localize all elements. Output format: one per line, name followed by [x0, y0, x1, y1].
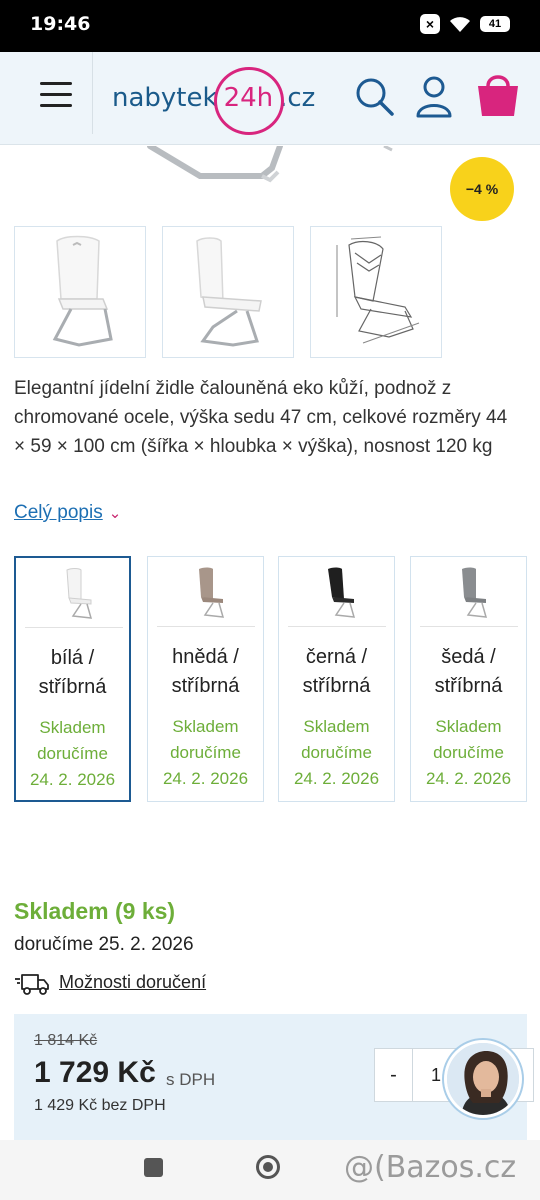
- bazos-watermark: @(Bazos.cz: [344, 1150, 517, 1185]
- user-icon[interactable]: [412, 74, 456, 118]
- chair-brown-icon: [199, 567, 225, 618]
- delivery-options-label: Možnosti doručení: [59, 972, 207, 992]
- cart-icon[interactable]: [472, 68, 524, 120]
- delivery-options-link[interactable]: Možnosti doručení: [14, 970, 206, 996]
- status-icons: × 41: [420, 14, 510, 34]
- chair-side-image: [196, 237, 262, 347]
- chair-white-icon: [66, 568, 93, 619]
- menu-icon[interactable]: [40, 82, 72, 110]
- vat-label: s DPH: [166, 1070, 216, 1089]
- stock-title: Skladem: [14, 898, 109, 924]
- logo-ring-text: 24h: [213, 67, 284, 135]
- variant-name: bílá / stříbrná: [38, 647, 107, 698]
- logo-text-left: nabytek: [112, 83, 218, 113]
- variant-card-white[interactable]: bílá / stříbrná Skladem doručíme 24. 2. …: [14, 556, 131, 802]
- variant-card-grey[interactable]: šedá / stříbrná Skladem doručíme 24. 2. …: [410, 556, 527, 802]
- chair-front-image: [52, 235, 113, 347]
- site-header: nabytek 24h .cz: [0, 52, 540, 145]
- variant-name: černá / stříbrná: [302, 646, 371, 697]
- variant-image: [420, 565, 518, 627]
- battery-icon: 41: [480, 16, 510, 32]
- quantity-input[interactable]: 1: [431, 1049, 441, 1101]
- status-time: 19:46: [30, 13, 91, 35]
- full-description-label: Celý popis: [14, 502, 103, 523]
- chair-black-icon: [328, 567, 356, 618]
- full-description-link[interactable]: Celý popis ⌄: [14, 502, 121, 524]
- home-icon[interactable]: [256, 1155, 280, 1179]
- search-icon[interactable]: [352, 74, 396, 118]
- truck-icon: [15, 974, 49, 995]
- site-logo[interactable]: nabytek 24h .cz: [112, 67, 316, 135]
- variant-image: [288, 565, 386, 627]
- current-price: 1 729 Kč: [34, 1056, 156, 1089]
- quantity-minus-button[interactable]: -: [375, 1049, 413, 1101]
- chair-grey-icon: [462, 567, 488, 618]
- stock-status: Skladem (9 ks): [14, 898, 175, 925]
- variant-card-brown[interactable]: hnědá / stříbrná Skladem doručíme 24. 2.…: [147, 556, 264, 802]
- variant-stock: Skladem doručíme 24. 2. 2026: [29, 718, 116, 789]
- variant-image: [25, 566, 123, 628]
- variant-card-black[interactable]: černá / stříbrná Skladem doručíme 24. 2.…: [278, 556, 395, 802]
- product-description: Elegantní jídelní židle čalouněná eko ků…: [14, 378, 508, 457]
- status-bar: 19:46 × 41: [0, 0, 540, 52]
- thumbnail-chair-dimensions[interactable]: [310, 226, 442, 358]
- variant-image: [157, 565, 255, 627]
- old-price: 1 814 Kč: [34, 1032, 98, 1049]
- system-navigation-bar: @(Bazos.cz: [0, 1140, 540, 1200]
- notification-x-icon: ×: [420, 14, 440, 34]
- chevron-down-icon: ⌄: [108, 505, 122, 522]
- recent-apps-icon[interactable]: [144, 1158, 163, 1177]
- thumbnail-chair-side[interactable]: [162, 226, 294, 358]
- variant-name: šedá / stříbrná: [434, 646, 503, 697]
- chat-assistant-avatar[interactable]: [444, 1040, 522, 1118]
- variant-stock: Skladem doručíme 24. 2. 2026: [293, 717, 380, 788]
- wifi-icon: [450, 17, 470, 32]
- price-without-vat: 1 429 Kč bez DPH: [34, 1097, 166, 1114]
- logo-text-right: .cz: [279, 83, 316, 113]
- variant-stock: Skladem doručíme 24. 2. 2026: [162, 717, 249, 788]
- delivery-date: doručíme 25. 2. 2026: [14, 934, 194, 955]
- discount-badge: −4 %: [450, 157, 514, 221]
- variant-name: hnědá / stříbrná: [171, 646, 240, 697]
- chair-dimensions-drawing: [336, 236, 420, 344]
- thumbnail-chair-front[interactable]: [14, 226, 146, 358]
- header-divider: [92, 52, 93, 134]
- variant-stock: Skladem doručíme 24. 2. 2026: [425, 717, 512, 788]
- stock-count: (9 ks): [115, 898, 176, 924]
